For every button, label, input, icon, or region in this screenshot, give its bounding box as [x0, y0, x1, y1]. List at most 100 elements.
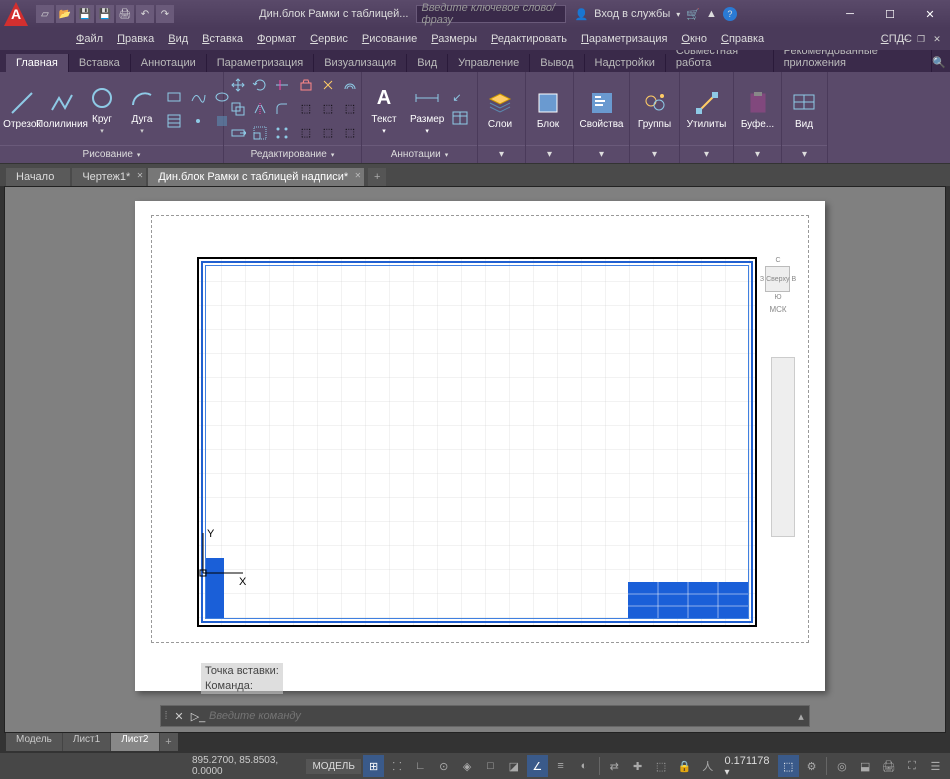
add-layout-button[interactable]: + [160, 733, 178, 751]
groups-button[interactable]: Группы [634, 87, 675, 132]
fillet-icon[interactable] [272, 99, 292, 119]
erase-icon[interactable] [296, 75, 316, 95]
wcs-label[interactable]: МСК [761, 305, 795, 314]
line-button[interactable]: Отрезок [4, 87, 40, 132]
ribbontab-annotate[interactable]: Аннотации [131, 54, 207, 72]
close-button[interactable]: ✕ [910, 0, 950, 28]
hatch-icon[interactable] [164, 111, 184, 131]
isolate-objects[interactable]: ◎ [831, 755, 852, 777]
stretch-icon[interactable] [228, 123, 248, 143]
polyline-button[interactable]: Полилиния [44, 87, 80, 132]
ribbontab-output[interactable]: Вывод [530, 54, 584, 72]
panel-title-draw[interactable]: Рисование [0, 145, 223, 163]
layout-sheet1[interactable]: Лист1 [63, 733, 111, 751]
panel-title-utils[interactable]: ▾ [680, 145, 733, 163]
close-icon[interactable]: ✕ [137, 171, 144, 180]
open-icon[interactable]: 📂 [56, 5, 74, 23]
mdi-close[interactable]: ✕ [930, 32, 944, 46]
menu-format[interactable]: Формат [251, 31, 302, 47]
properties-button[interactable]: Свойства [578, 87, 625, 132]
isodraft-toggle[interactable]: ◈ [456, 755, 477, 777]
ribbontab-view[interactable]: Вид [407, 54, 448, 72]
ribbon-search-icon[interactable]: 🔍 [932, 56, 946, 72]
help-search[interactable]: Введите ключевое слово/фразу [416, 5, 566, 23]
model-paper-toggle[interactable]: МОДЕЛЬ [306, 759, 360, 774]
workspace-switch[interactable]: ⚙ [801, 755, 822, 777]
clipboard-button[interactable]: Буфе... [738, 87, 777, 132]
osnap-toggle[interactable]: □ [480, 755, 501, 777]
ribbontab-manage[interactable]: Управление [448, 54, 530, 72]
quick-plot-icon[interactable]: 🖨 [878, 755, 899, 777]
login-area[interactable]: 👤 Вход в службы▾ 🛒 ▲ ? [574, 7, 736, 21]
saveas-icon[interactable]: 💾 [96, 5, 114, 23]
mdi-restore[interactable]: ❐ [914, 32, 928, 46]
panel-title-props[interactable]: ▾ [574, 145, 629, 163]
ribbontab-addins[interactable]: Надстройки [585, 54, 666, 72]
new-tab-button[interactable]: + [368, 168, 386, 186]
layout-sheet2[interactable]: Лист2 [111, 733, 159, 751]
plot-icon[interactable]: 🖨 [116, 5, 134, 23]
text-button[interactable]: AТекст▾ [366, 82, 402, 137]
scale-icon[interactable] [250, 123, 270, 143]
panel-title-layers[interactable]: ▾ [478, 145, 525, 163]
menu-insert[interactable]: Вставка [196, 31, 249, 47]
spline-icon[interactable] [188, 87, 208, 107]
view-button[interactable]: Вид [786, 87, 822, 132]
menu-help[interactable]: Справка [715, 31, 770, 47]
menu-tools[interactable]: Сервис [304, 31, 354, 47]
lwt-toggle[interactable]: ≡ [550, 755, 571, 777]
snap-toggle[interactable]: ⸬ [386, 755, 407, 777]
hardware-accel[interactable]: ⬓ [855, 755, 876, 777]
panel-title-clip[interactable]: ▾ [734, 145, 781, 163]
menu-window[interactable]: Окно [675, 31, 713, 47]
filetab-dynblock[interactable]: Дин.блок Рамки с таблицей надписи*✕ [148, 168, 364, 186]
ribbontab-visualize[interactable]: Визуализация [314, 54, 407, 72]
panel-title-view[interactable]: ▾ [782, 145, 827, 163]
array-icon[interactable] [272, 123, 292, 143]
undo-icon[interactable]: ↶ [136, 5, 154, 23]
3dosnap-toggle[interactable]: ◪ [503, 755, 524, 777]
point-icon[interactable] [188, 111, 208, 131]
annomonitor-toggle[interactable]: ✚ [627, 755, 648, 777]
tool-d[interactable]: ⬚ [296, 123, 316, 143]
tool-b[interactable]: ⬚ [318, 99, 338, 119]
trim-icon[interactable] [272, 75, 292, 95]
mdi-minimize[interactable]: ─ [898, 32, 912, 46]
menu-file[interactable]: Файл [70, 31, 109, 47]
polar-toggle[interactable]: ⊙ [433, 755, 454, 777]
new-icon[interactable]: ▱ [36, 5, 54, 23]
table-icon[interactable] [452, 111, 470, 129]
menu-parametric[interactable]: Параметризация [575, 31, 673, 47]
grip-icon[interactable]: ⁞ [161, 710, 171, 722]
layout-model[interactable]: Модель [6, 733, 63, 751]
filetab-drawing1[interactable]: Чертеж1*✕ [72, 168, 146, 186]
menu-draw[interactable]: Рисование [356, 31, 423, 47]
annoscale-icon[interactable]: 人 [697, 755, 718, 777]
ribbontab-insert[interactable]: Вставка [69, 54, 131, 72]
selection-cycling[interactable]: ⇄ [604, 755, 625, 777]
a360-icon[interactable]: ▲ [706, 8, 717, 20]
filetab-start[interactable]: Начало [6, 168, 70, 186]
ribbontab-parametric[interactable]: Параметризация [207, 54, 314, 72]
rotate-icon[interactable] [250, 75, 270, 95]
clean-screen[interactable]: ⛶ [901, 755, 922, 777]
ortho-toggle[interactable]: ∟ [410, 755, 431, 777]
tool-c[interactable]: ⬚ [340, 99, 360, 119]
close-cmdline-icon[interactable]: ✕ [171, 710, 187, 723]
transparency-toggle[interactable]: ◐ [573, 755, 594, 777]
customization-icon[interactable]: ☰ [925, 755, 946, 777]
redo-icon[interactable]: ↷ [156, 5, 174, 23]
tool-e[interactable]: ⬚ [318, 123, 338, 143]
save-icon[interactable]: 💾 [76, 5, 94, 23]
command-input[interactable] [209, 710, 793, 722]
menu-dimension[interactable]: Размеры [425, 31, 483, 47]
offset-icon[interactable] [340, 75, 360, 95]
scale-sync-toggle[interactable]: ⬚ [778, 755, 799, 777]
panel-title-groups[interactable]: ▾ [630, 145, 679, 163]
cmdline-menu-icon[interactable]: ▴ [793, 710, 809, 723]
lock-ui-toggle[interactable]: 🔒 [674, 755, 695, 777]
drawing-canvas[interactable]: Y X С ЗСверхуВ Ю МСК Точка вставки: Кома… [4, 186, 946, 733]
tool-f[interactable]: ⬚ [340, 123, 360, 143]
grid-toggle[interactable]: ⊞ [363, 755, 384, 777]
qprops-toggle[interactable]: ⬚ [650, 755, 671, 777]
